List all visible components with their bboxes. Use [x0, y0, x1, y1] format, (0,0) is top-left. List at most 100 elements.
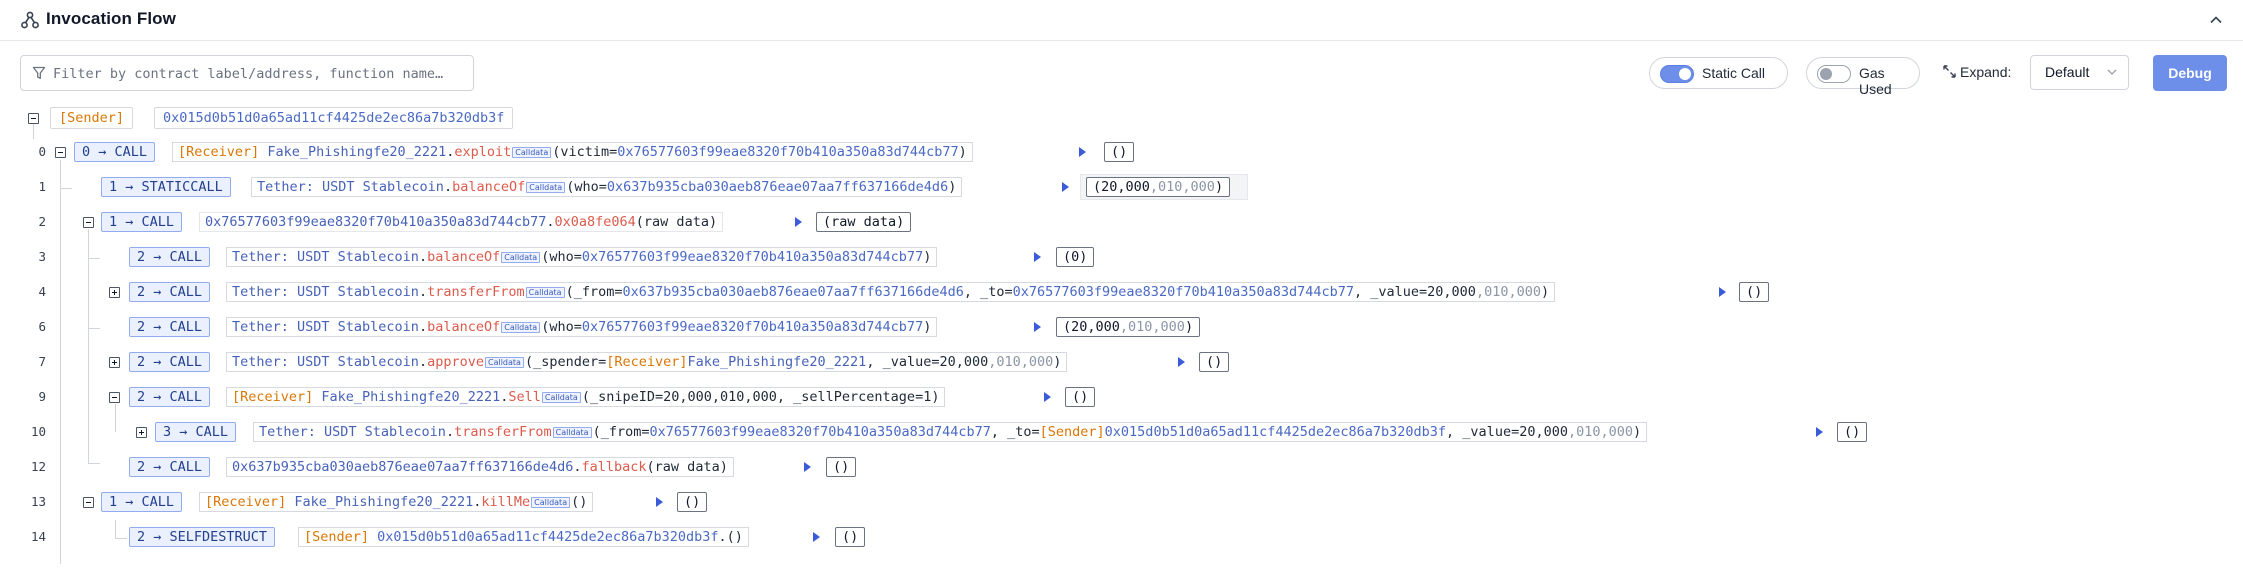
gas-used-label: Gas Used	[1859, 65, 1892, 97]
call-output[interactable]: (20,000,010,000)	[1086, 177, 1231, 197]
call-signature[interactable]: Tether: USDT Stablecoin.transferFrom Call…	[253, 422, 1648, 442]
expand-toggle[interactable]	[109, 287, 120, 298]
row-number: 2	[38, 214, 46, 229]
play-icon[interactable]	[656, 497, 663, 507]
call-output[interactable]: ()	[826, 457, 857, 477]
filter-box[interactable]	[20, 55, 474, 91]
call-output[interactable]: ()	[1837, 422, 1868, 442]
tree-line	[60, 188, 72, 189]
play-icon[interactable]	[1034, 322, 1041, 332]
call-type-badge[interactable]: 1 → STATICCALL	[101, 177, 231, 197]
gas-used-switch[interactable]	[1817, 65, 1851, 83]
expand-icon	[1943, 65, 1956, 78]
expand-toggle[interactable]	[109, 357, 120, 368]
tree-line	[115, 520, 116, 538]
call-type-badge[interactable]: 1 → CALL	[101, 492, 183, 512]
play-icon[interactable]	[1816, 427, 1823, 437]
debug-button[interactable]: Debug	[2153, 55, 2227, 91]
expand-value: Default	[2045, 64, 2090, 80]
flow-tree-icon	[21, 11, 39, 29]
calldata-tag[interactable]: Calldata	[501, 251, 541, 263]
collapse-toggle[interactable]	[109, 392, 120, 403]
page-title: Invocation Flow	[46, 9, 176, 28]
call-output[interactable]: (0)	[1056, 247, 1095, 267]
calldata-tag[interactable]: Calldata	[526, 181, 566, 193]
tree-line	[115, 404, 116, 432]
chevron-up-icon[interactable]	[2206, 10, 2226, 30]
call-signature[interactable]: 0x637b935cba030aeb876eae07aa7ff637166de4…	[226, 457, 734, 477]
call-output[interactable]: ()	[677, 492, 708, 512]
play-icon[interactable]	[813, 532, 820, 542]
calldata-tag[interactable]: Calldata	[501, 321, 541, 333]
row-number: 10	[30, 424, 46, 439]
call-type-badge[interactable]: 2 → CALL	[129, 247, 211, 267]
call-signature[interactable]: Tether: USDT Stablecoin.transferFrom Call…	[226, 282, 1556, 302]
collapse-toggle[interactable]	[28, 113, 39, 124]
call-signature[interactable]: [Receiver] Fake_Phishingfe20_2221.killMe…	[199, 492, 594, 512]
row-number: 1	[38, 179, 46, 194]
calldata-tag[interactable]: Calldata	[512, 146, 552, 158]
play-icon[interactable]	[1079, 147, 1086, 157]
row-number: 13	[30, 494, 46, 509]
call-output[interactable]: ()	[1065, 387, 1096, 407]
expand-label: Expand:	[1960, 64, 2012, 80]
call-type-badge[interactable]: 2 → CALL	[129, 352, 211, 372]
filter-icon	[32, 66, 46, 79]
play-icon[interactable]	[1178, 357, 1185, 367]
collapse-toggle[interactable]	[55, 147, 66, 158]
tree-line	[88, 463, 100, 464]
play-icon[interactable]	[804, 462, 811, 472]
play-icon[interactable]	[1062, 182, 1069, 192]
call-type-badge[interactable]: 0 → CALL	[74, 142, 156, 162]
call-output[interactable]: ()	[1104, 142, 1135, 162]
call-signature[interactable]: Tether: USDT Stablecoin.balanceOf Calldat…	[251, 177, 963, 197]
tree-line	[115, 538, 127, 539]
row-number: 12	[30, 459, 46, 474]
call-signature[interactable]: [Receiver] Fake_Phishingfe20_2221.Sell Ca…	[226, 387, 946, 407]
call-output[interactable]: ()	[835, 527, 866, 547]
call-type-badge[interactable]: 2 → CALL	[129, 387, 211, 407]
collapse-toggle[interactable]	[83, 217, 94, 228]
tree-line	[33, 124, 34, 139]
call-type-badge[interactable]: 2 → SELFDESTRUCT	[129, 527, 276, 547]
call-output[interactable]: (raw data)	[816, 212, 912, 232]
call-output[interactable]: (20,000,010,000)	[1056, 317, 1201, 337]
call-signature[interactable]: [Receiver] Fake_Phishingfe20_2221.exploi…	[172, 142, 973, 162]
calldata-tag[interactable]: Calldata	[484, 356, 524, 368]
call-type-badge[interactable]: 2 → CALL	[129, 317, 211, 337]
play-icon[interactable]	[1034, 252, 1041, 262]
static-call-switch[interactable]	[1660, 65, 1694, 83]
play-icon[interactable]	[1044, 392, 1051, 402]
calldata-tag[interactable]: Calldata	[552, 426, 592, 438]
call-type-badge[interactable]: 1 → CALL	[101, 212, 183, 232]
expand-select[interactable]: Default	[2030, 55, 2129, 90]
static-call-toggle[interactable]: Static Call	[1649, 57, 1788, 89]
expand-toggle[interactable]	[136, 427, 147, 438]
calldata-tag[interactable]: Calldata	[525, 286, 565, 298]
play-icon[interactable]	[1719, 287, 1726, 297]
row-number: 0	[38, 144, 46, 159]
play-icon[interactable]	[795, 217, 802, 227]
row-number: 6	[38, 319, 46, 334]
call-output[interactable]: ()	[1739, 282, 1770, 302]
calldata-tag[interactable]: Calldata	[531, 496, 571, 508]
call-signature[interactable]: Tether: USDT Stablecoin.approve Calldata(…	[226, 352, 1068, 372]
invocation-tree: [Sender] 0x015d0b51d0a65ad11cf4425de2ec8…	[0, 100, 2243, 564]
call-type-badge[interactable]: 2 → CALL	[129, 457, 211, 477]
call-signature[interactable]: [Sender] 0x015d0b51d0a65ad11cf4425de2ec8…	[298, 527, 749, 547]
sender-address[interactable]: 0x015d0b51d0a65ad11cf4425de2ec86a7b320db…	[154, 107, 514, 129]
call-signature[interactable]: Tether: USDT Stablecoin.balanceOf Calldat…	[226, 247, 938, 267]
calldata-tag[interactable]: Calldata	[541, 391, 581, 403]
call-type-badge[interactable]: 2 → CALL	[129, 282, 211, 302]
call-signature[interactable]: 0x76577603f99eae8320f70b410a350a83d744cb…	[199, 212, 724, 232]
sender-tag[interactable]: [Sender]	[50, 107, 134, 129]
filter-input[interactable]	[51, 62, 469, 86]
call-signature[interactable]: Tether: USDT Stablecoin.balanceOf Calldat…	[226, 317, 938, 337]
call-output[interactable]: ()	[1199, 352, 1230, 372]
collapse-toggle[interactable]	[83, 497, 94, 508]
row-number: 3	[38, 249, 46, 264]
call-type-badge[interactable]: 3 → CALL	[155, 422, 237, 442]
invocation-flow-panel: Invocation Flow Static Call Gas Used Exp…	[0, 0, 2243, 570]
gas-used-toggle[interactable]: Gas Used	[1806, 57, 1920, 97]
panel-header: Invocation Flow	[0, 0, 2243, 41]
